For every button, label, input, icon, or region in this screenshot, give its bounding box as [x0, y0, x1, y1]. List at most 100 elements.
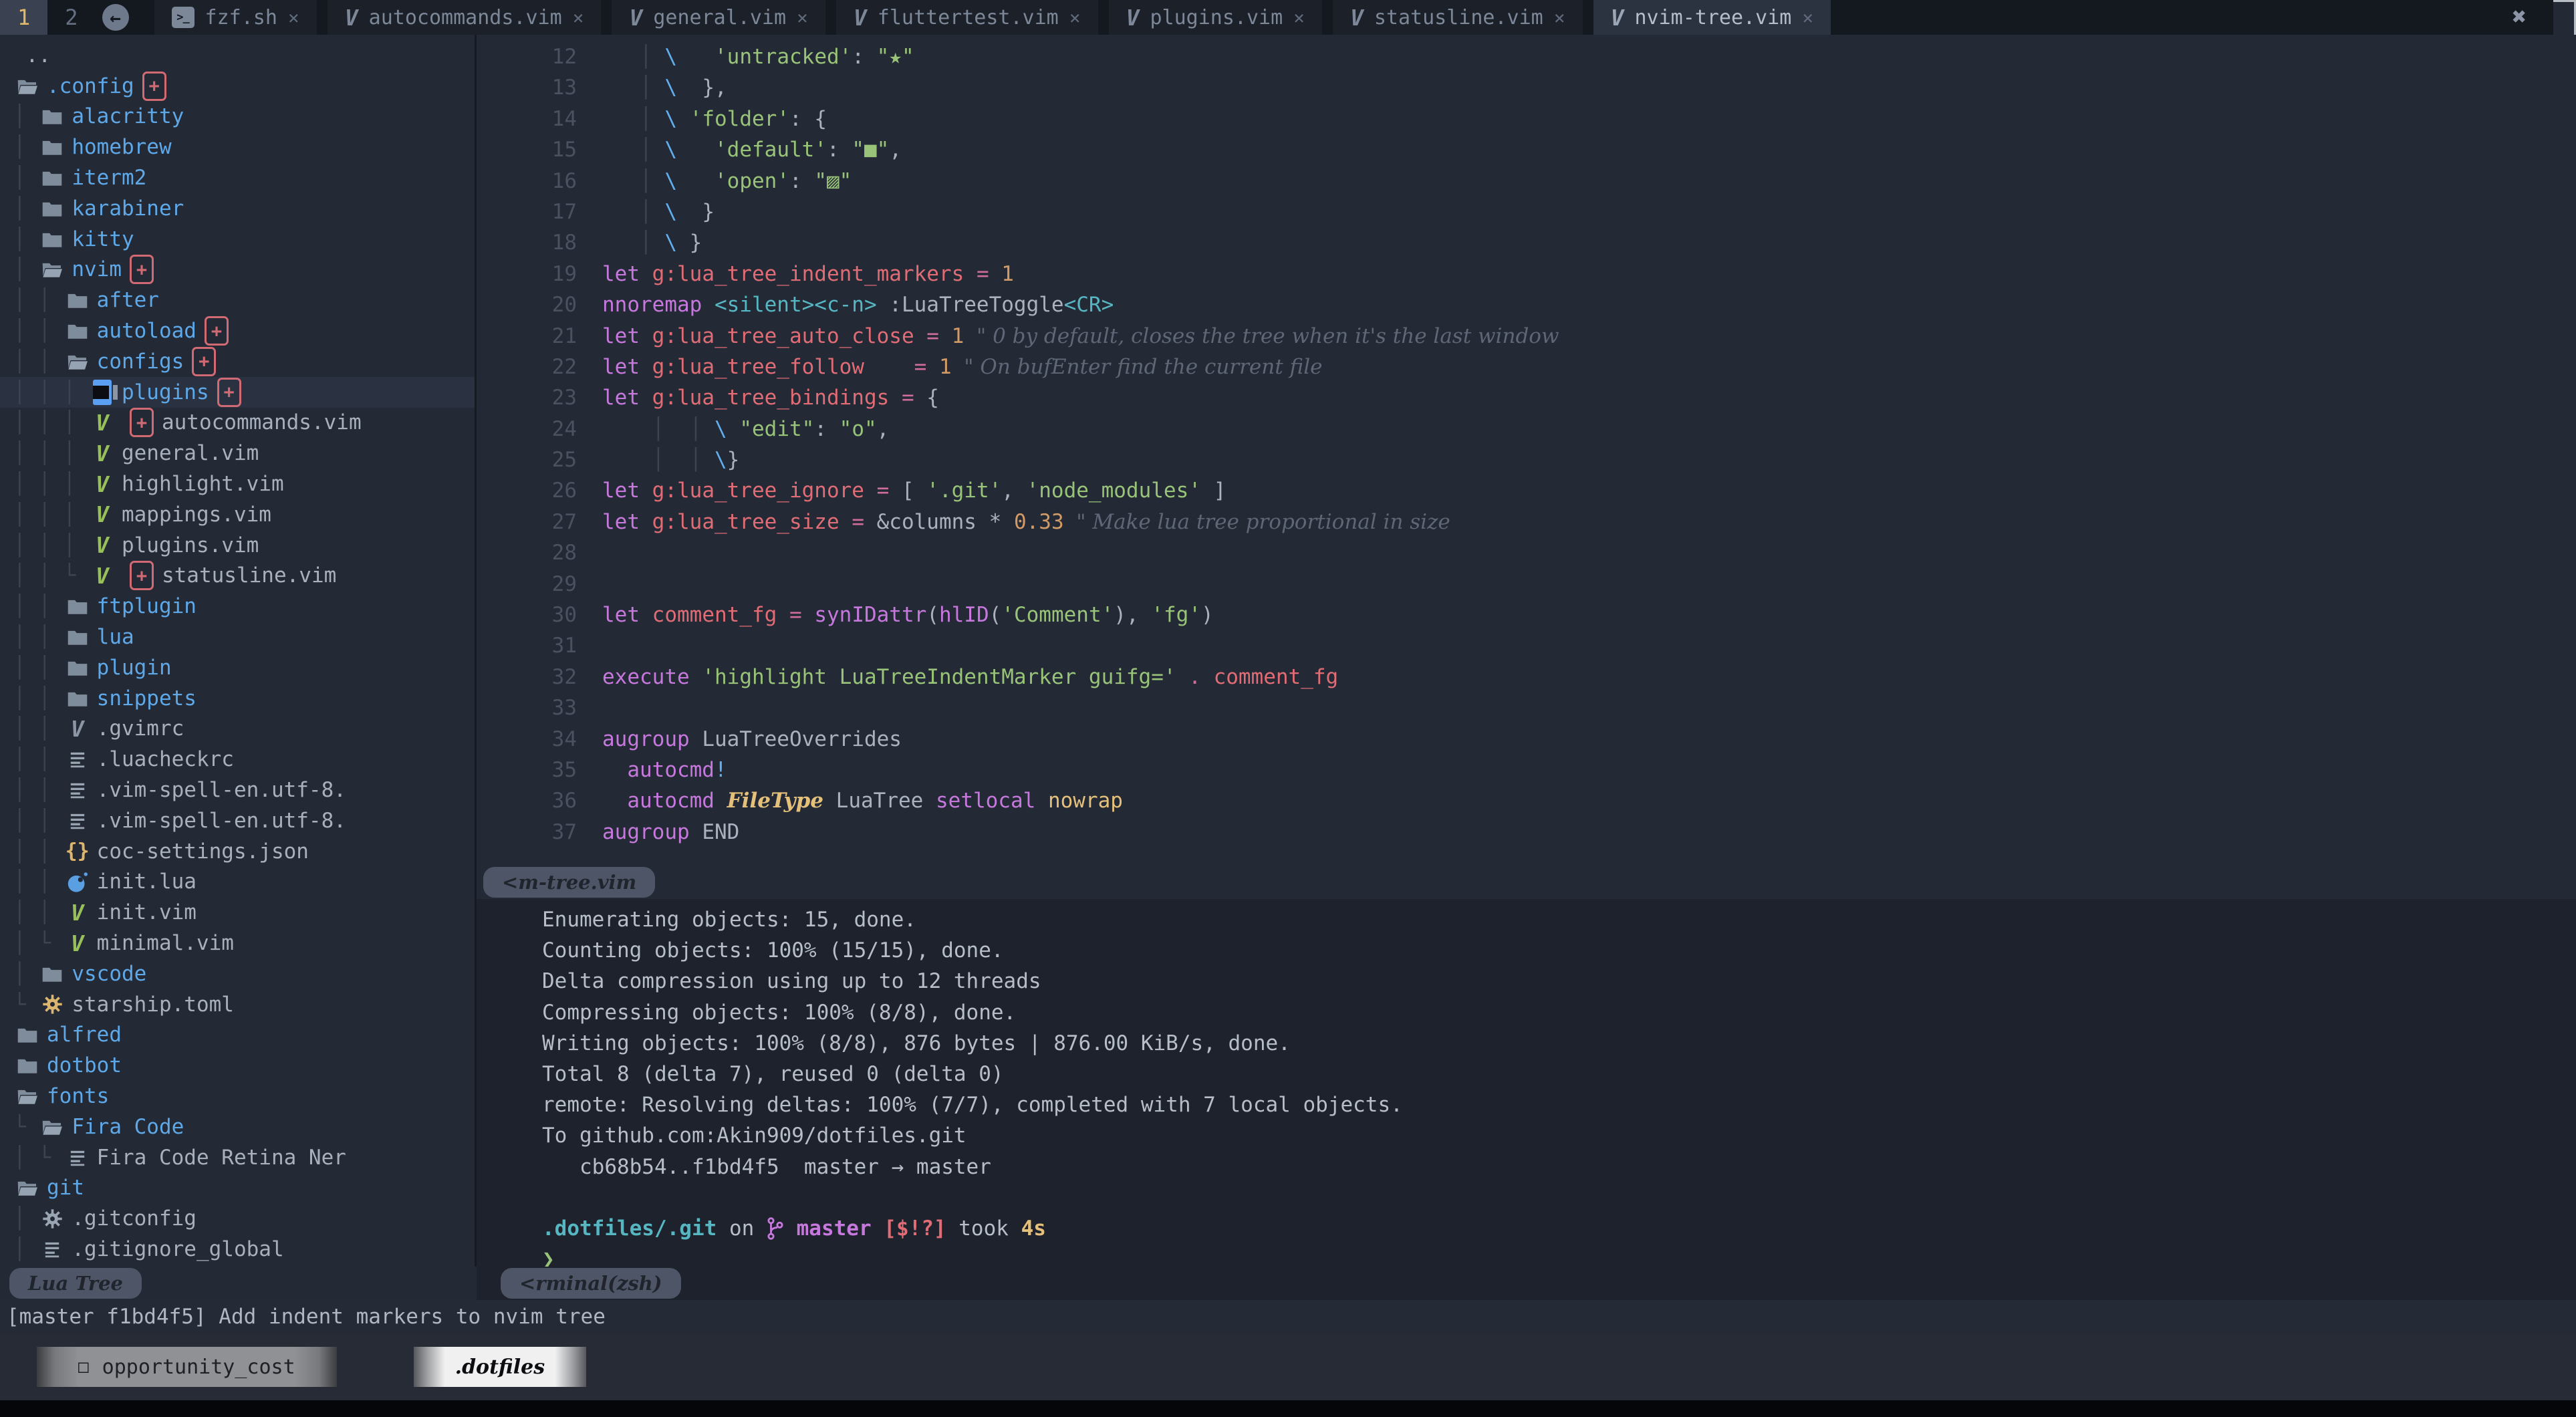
editor-pane[interactable]: 12 │ \ 'untracked': "★"13 │ \ },14 │ \ '… — [477, 35, 2576, 866]
tree-item-autoload[interactable]: │ │ autoload+ — [13, 315, 475, 346]
indent-guide: │ │ │ — [13, 503, 88, 527]
tree-item-init.vim[interactable]: │ │ Vinit.vim — [13, 897, 475, 928]
tree-item-statusline.vim[interactable]: │ │ └ V+statusline.vim — [13, 561, 475, 592]
tree-item-coc-settings.json[interactable]: │ │ {}coc-settings.json — [13, 836, 475, 867]
tab-close-icon[interactable]: × — [1554, 7, 1565, 29]
tree-item-kitty[interactable]: │ kitty — [13, 224, 475, 255]
folder-icon — [67, 659, 88, 676]
buffer-tab-fzf.sh[interactable]: >_fzf.sh× — [154, 0, 317, 35]
tab-close-icon[interactable]: × — [1802, 7, 1813, 29]
tree-item-plugins[interactable]: │ │ │ plugins+ — [0, 377, 475, 408]
terminal-pane[interactable]: Enumerating objects: 15, done.Counting o… — [477, 899, 2576, 1267]
close-icon[interactable]: ✖ — [2512, 0, 2527, 35]
tree-item-configs[interactable]: │ │ configs+ — [13, 346, 475, 377]
tree-item-.vim-spell-en.utf-8.[interactable]: │ │ .vim-spell-en.utf-8. — [13, 775, 475, 805]
tree-item-autocommands.vim[interactable]: │ │ │ V+autocommands.vim — [13, 408, 475, 438]
tmux-pane-index-2[interactable]: 2 — [47, 0, 95, 35]
tab-close-icon[interactable]: × — [1069, 7, 1081, 29]
indent-guide: │ │ — [13, 870, 63, 894]
tree-item-.vim-spell-en.utf-8.[interactable]: │ │ .vim-spell-en.utf-8. — [13, 805, 475, 836]
buffer-tab-plugins.vim[interactable]: Vplugins.vim× — [1109, 0, 1322, 35]
tree-item-karabiner[interactable]: │ karabiner — [13, 193, 475, 224]
code-line-37: 37augroup END — [477, 817, 2576, 848]
buffer-tab-general.vim[interactable]: Vgeneral.vim× — [612, 0, 825, 35]
tree-item-after[interactable]: │ │ after — [13, 285, 475, 315]
indent-guide: │ │ │ — [13, 441, 88, 465]
buffer-tab-autocommands.vim[interactable]: Vautocommands.vim× — [328, 0, 602, 35]
tree-item-snippets[interactable]: │ │ snippets — [13, 683, 475, 714]
tree-item-label: mappings.vim — [122, 503, 271, 527]
indent-guide: │ │ — [13, 594, 63, 618]
vim-icon: V — [96, 440, 109, 467]
terminal-line: Compressing objects: 100% (8/8), done. — [542, 997, 2576, 1028]
tree-item-.gitconfig[interactable]: │ .gitconfig — [13, 1203, 475, 1234]
tree-item-.luacheckrc[interactable]: │ │ .luacheckrc — [13, 744, 475, 775]
terminal-line: .dotfiles/.git on master [$!?] took 4s — [542, 1213, 2576, 1244]
tmux-window-label: opportunity_cost — [102, 1356, 295, 1379]
tree-item-homebrew[interactable]: │ homebrew — [13, 132, 475, 162]
code-line-15: 15 │ \ 'default': "■", — [477, 134, 2576, 165]
file-icon — [43, 1240, 61, 1259]
folder-icon — [41, 138, 63, 156]
indent-guide: │ │ — [13, 809, 63, 833]
tree-item-label: init.lua — [97, 870, 197, 894]
tree-item-fonts[interactable]: fonts — [13, 1081, 475, 1112]
tree-item-label: .. — [26, 43, 51, 68]
indent-guide: │ └ — [13, 931, 63, 955]
tab-close-icon[interactable]: × — [288, 7, 299, 29]
tree-item-label: fonts — [47, 1084, 109, 1108]
tree-item-Fira Code Retina Ner[interactable]: │ └ Fira Code Retina Ner — [13, 1142, 475, 1173]
tmux-pane-index-1[interactable]: 1 — [0, 0, 47, 35]
tree-item-.gvimrc[interactable]: │ │ V.gvimrc — [13, 714, 475, 745]
tab-close-icon[interactable]: × — [797, 7, 808, 29]
tree-item-nvim[interactable]: │ nvim+ — [13, 255, 475, 285]
indent-guide: │ — [13, 166, 38, 190]
cursor-over-folder-icon — [93, 380, 112, 405]
tree-item-alacritty[interactable]: │ alacritty — [13, 102, 475, 132]
tab-close-icon[interactable]: × — [1293, 7, 1305, 29]
tree-item-label: Fira Code — [72, 1115, 184, 1139]
tree-item-..[interactable]: .. — [13, 40, 475, 71]
tree-item-.config[interactable]: .config+ — [13, 71, 475, 102]
back-arrow-icon[interactable]: ← — [102, 4, 129, 31]
folder-icon — [41, 169, 63, 186]
tree-item-minimal.vim[interactable]: │ └ Vminimal.vim — [13, 928, 475, 958]
code-line-25: 25 │ │ \} — [477, 444, 2576, 475]
tree-item-label: Fira Code Retina Ner — [97, 1146, 346, 1170]
tree-item-starship.toml[interactable]: └ starship.toml — [13, 989, 475, 1020]
tree-item-vscode[interactable]: │ vscode — [13, 958, 475, 989]
tree-item-git[interactable]: git — [13, 1172, 475, 1203]
tmux-window-dotfiles[interactable]: .dotfiles — [414, 1347, 586, 1387]
tree-item-plugin[interactable]: │ │ plugin — [13, 652, 475, 683]
line-number: 34 — [477, 724, 602, 755]
folder-icon — [17, 1026, 38, 1043]
tree-item-plugins.vim[interactable]: │ │ │ Vplugins.vim — [13, 530, 475, 561]
tree-item-label: autocommands.vim — [162, 410, 362, 434]
vim-icon: V — [1126, 5, 1140, 31]
line-number: 19 — [477, 259, 602, 289]
tree-item-lua[interactable]: │ │ lua — [13, 622, 475, 652]
tree-item-label: .vim-spell-en.utf-8. — [97, 778, 346, 802]
tree-item-general.vim[interactable]: │ │ │ Vgeneral.vim — [13, 438, 475, 469]
tree-item-mappings.vim[interactable]: │ │ │ Vmappings.vim — [13, 499, 475, 530]
tree-item-label: alacritty — [72, 104, 184, 128]
tree-item-highlight.vim[interactable]: │ │ │ Vhighlight.vim — [13, 469, 475, 499]
buffer-tab-fluttertest.vim[interactable]: Vfluttertest.vim× — [836, 0, 1098, 35]
tree-item-dotbot[interactable]: dotbot — [13, 1050, 475, 1081]
tree-item-label: alfred — [47, 1023, 122, 1047]
tree-item-Fira Code[interactable]: └ Fira Code — [13, 1112, 475, 1142]
buffer-tab-statusline.vim[interactable]: Vstatusline.vim× — [1333, 0, 1583, 35]
terminal-line — [542, 1182, 2576, 1213]
tree-item-alfred[interactable]: alfred — [13, 1020, 475, 1051]
tree-item-ftplugin[interactable]: │ │ ftplugin — [13, 591, 475, 622]
file-tree-pane[interactable]: ...config+│ alacritty│ homebrew│ iterm2│… — [0, 35, 475, 1300]
tree-item-iterm2[interactable]: │ iterm2 — [13, 162, 475, 193]
buffer-tab-nvim-tree.vim[interactable]: Vnvim-tree.vim× — [1593, 0, 1831, 35]
tree-item-init.lua[interactable]: │ │ init.lua — [13, 867, 475, 898]
folder-icon — [41, 231, 63, 248]
buffer-tab-label: autocommands.vim — [369, 6, 562, 29]
tab-close-icon[interactable]: × — [573, 7, 584, 29]
code-line-30: 30let comment_fg = synIDattr(hlID('Comme… — [477, 600, 2576, 630]
tmux-window-opportunity-cost[interactable]: □ opportunity_cost — [37, 1347, 337, 1387]
tree-item-.gitignore_global[interactable]: │ .gitignore_global — [13, 1234, 475, 1265]
